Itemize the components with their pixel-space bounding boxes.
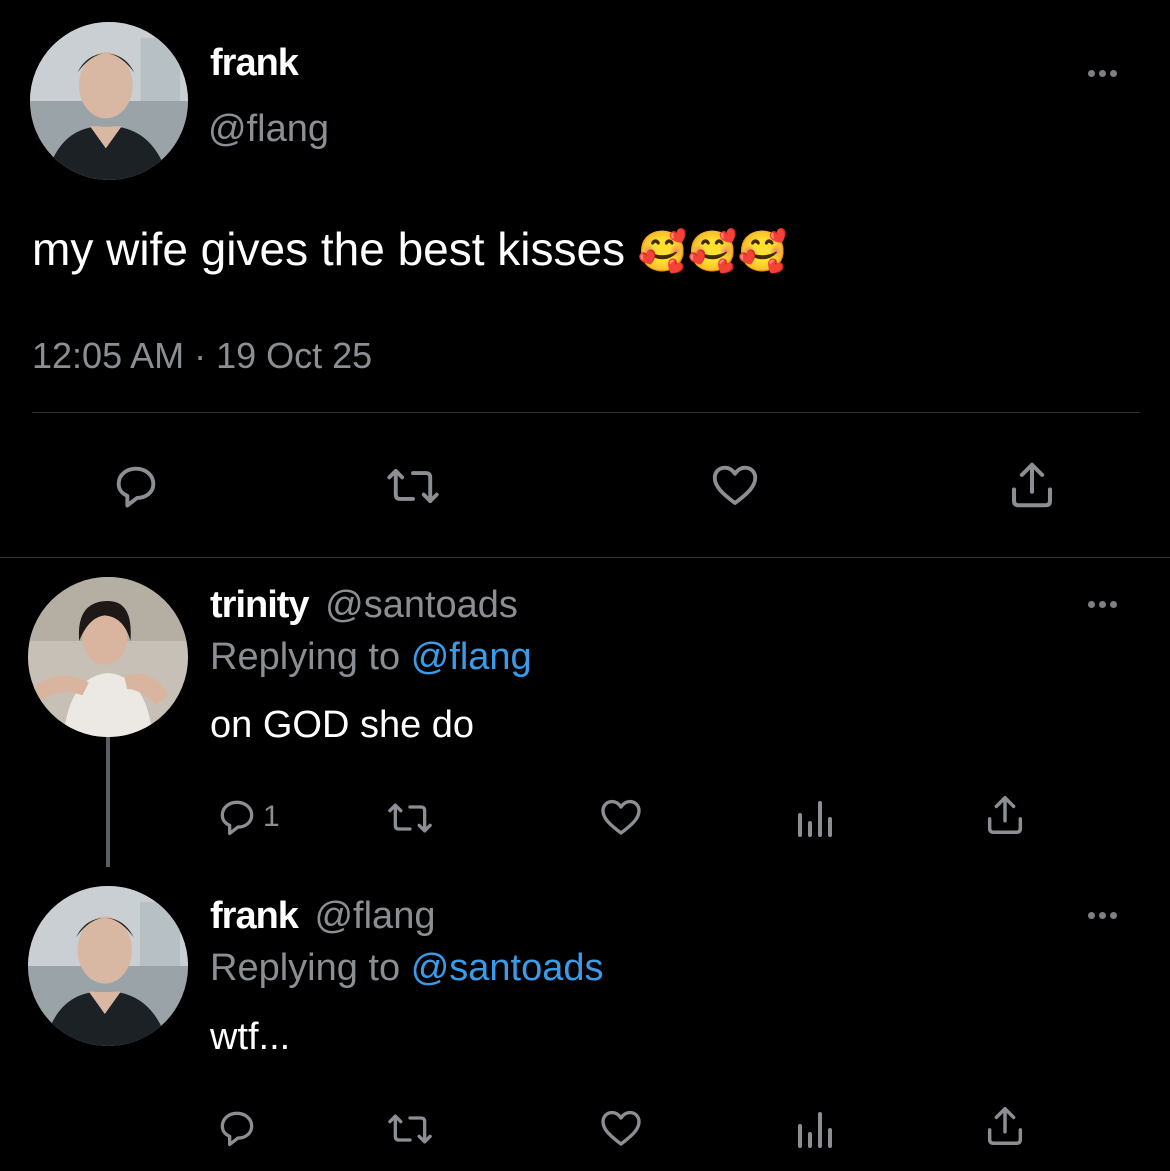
divider — [32, 412, 1140, 413]
tweet-text-row: my wife gives the best kisses 🥰🥰🥰 — [32, 222, 787, 276]
share-icon — [1011, 462, 1053, 508]
like-icon — [712, 465, 758, 505]
timestamp: 12:05 AM · 19 Oct 25 — [32, 335, 373, 376]
divider — [0, 557, 1170, 558]
reply-header: frank @flang — [210, 895, 435, 938]
replying-to: Replying to @santoads — [210, 947, 604, 990]
avatar[interactable] — [28, 577, 188, 737]
more-icon[interactable] — [1088, 601, 1117, 608]
reply-button[interactable] — [215, 1106, 259, 1150]
retweet-icon — [388, 803, 432, 833]
analytics-button[interactable] — [794, 1106, 834, 1150]
reply-icon — [116, 466, 156, 508]
reply-icon — [220, 800, 254, 836]
replying-prefix: Replying to — [210, 636, 401, 678]
thread-line — [106, 737, 110, 867]
like-icon — [601, 799, 641, 835]
retweet-button[interactable] — [385, 1107, 435, 1151]
analytics-button[interactable] — [794, 795, 834, 839]
retweet-button[interactable] — [385, 460, 441, 512]
reply-button[interactable]: 1 — [215, 795, 280, 839]
avatar[interactable] — [30, 22, 188, 180]
avatar[interactable] — [28, 886, 188, 1046]
retweet-icon — [387, 468, 439, 504]
share-button[interactable] — [1005, 458, 1059, 512]
retweet-button[interactable] — [385, 796, 435, 840]
like-button[interactable] — [597, 1104, 645, 1152]
emoji: 🥰🥰🥰 — [637, 230, 788, 274]
analytics-icon — [798, 801, 832, 837]
replying-to: Replying to @flang — [210, 636, 532, 679]
reply-header: trinity @santoads — [210, 584, 518, 627]
handle[interactable]: @flang — [314, 895, 435, 937]
like-button[interactable] — [597, 793, 645, 841]
reply-text: wtf... — [210, 1016, 291, 1058]
analytics-icon — [798, 1112, 832, 1148]
reply-count: 1 — [263, 800, 280, 833]
handle[interactable]: @flang — [208, 108, 329, 151]
handle[interactable]: @santoads — [325, 584, 518, 626]
display-name[interactable]: frank — [210, 42, 299, 85]
reply-button[interactable] — [110, 460, 162, 512]
reply-icon — [220, 1111, 254, 1147]
share-icon — [987, 796, 1023, 834]
share-button[interactable] — [982, 1103, 1028, 1149]
share-button[interactable] — [982, 792, 1028, 838]
more-icon[interactable] — [1088, 70, 1117, 77]
tweet-thread: frank @flang my wife gives the best kiss… — [0, 0, 1170, 1171]
like-icon — [601, 1110, 641, 1146]
display-name[interactable]: frank — [210, 895, 299, 937]
mention-link[interactable]: @santoads — [411, 947, 604, 989]
tweet-text: my wife gives the best kisses — [32, 223, 626, 275]
like-button[interactable] — [707, 458, 763, 512]
retweet-icon — [388, 1114, 432, 1144]
mention-link[interactable]: @flang — [411, 636, 532, 678]
more-icon[interactable] — [1088, 912, 1117, 919]
reply-text: on GOD she do — [210, 704, 475, 746]
display-name[interactable]: trinity — [210, 584, 310, 626]
share-icon — [987, 1107, 1023, 1145]
replying-prefix: Replying to — [210, 947, 401, 989]
